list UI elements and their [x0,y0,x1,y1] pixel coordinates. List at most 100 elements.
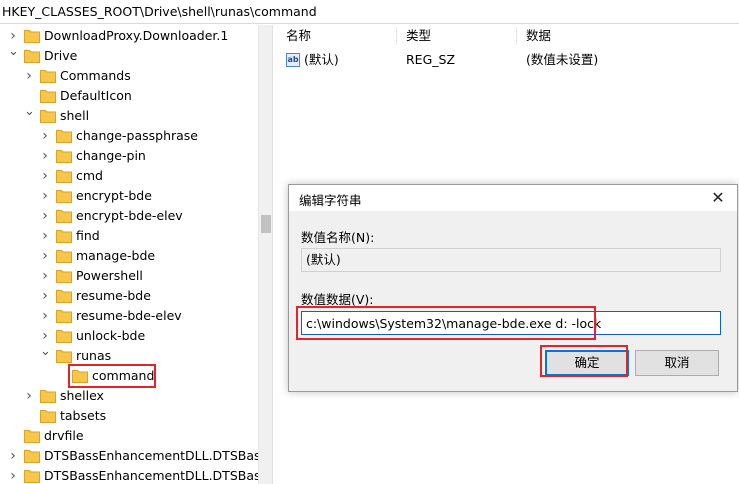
chevron-right-icon[interactable]: › [40,126,50,146]
chevron-right-icon[interactable]: › [24,386,34,406]
tree-scrollbar[interactable] [258,25,273,484]
column-divider[interactable] [396,27,397,45]
registry-tree[interactable]: › DownloadProxy.Downloader.1 ⌄ Drive › Comman… [0,25,258,484]
tree-item[interactable]: › find [0,226,258,246]
tree-item[interactable]: › encrypt-bde-elev [0,206,258,226]
value-name-label: 数值名称(N): [301,230,375,245]
chevron-right-icon[interactable]: › [8,446,18,466]
tree-item-label: Commands [60,68,131,83]
folder-icon [40,89,56,103]
tree-item-label: drvfile [44,428,84,443]
highlight-box [540,345,628,377]
tree-item[interactable]: › DownloadProxy.Downloader.1 [0,26,258,46]
folder-icon [24,49,40,63]
tree-item[interactable]: › resume-bde-elev [0,306,258,326]
column-header-data[interactable]: 数据 [526,25,551,47]
highlight-box [68,364,156,388]
tree-item-label: manage-bde [76,248,156,263]
edit-string-dialog: 编辑字符串 ✕ 数值名称(N): (默认) 数值数据(V): 确定 取消 [288,184,738,392]
tree-item-label: DTSBassEnhancementDLL.DTSBassEnha [44,448,258,463]
tree-item[interactable]: › Powershell [0,266,258,286]
folder-icon [56,149,72,163]
chevron-down-icon[interactable]: ⌄ [24,102,35,122]
chevron-right-icon[interactable]: › [8,466,18,484]
tree-item[interactable]: DefaultIcon [0,86,258,106]
tree-item[interactable]: › manage-bde [0,246,258,266]
value-row-name[interactable]: (默认) [304,51,339,69]
chevron-right-icon[interactable]: › [40,266,50,286]
folder-icon [56,309,72,323]
tree-scrollbar-thumb[interactable] [261,215,271,233]
tree-item[interactable]: › change-passphrase [0,126,258,146]
close-icon[interactable]: ✕ [707,187,729,209]
column-header-name[interactable]: 名称 [286,25,311,47]
folder-icon [56,349,72,363]
value-name-field: (默认) [301,248,721,272]
address-bar[interactable]: HKEY_CLASSES_ROOT\Drive\shell\runas\comm… [0,0,739,24]
tree-item[interactable]: command [0,364,258,388]
tree-item-label: DefaultIcon [60,88,132,103]
tree-item[interactable]: ⌄ Drive [0,44,258,66]
tree-item-label: unlock-bde [76,328,146,343]
folder-icon [56,329,72,343]
folder-icon [40,409,56,423]
tree-item-label: tabsets [60,408,107,423]
tree-item-label: resume-bde-elev [76,308,182,323]
tree-item-label: encrypt-bde-elev [76,208,183,223]
tree-item[interactable]: › Commands [0,66,258,86]
dialog-titlebar[interactable]: 编辑字符串 ✕ [289,185,737,211]
folder-icon [56,229,72,243]
tree-item[interactable]: › DTSBassEnhancementDLL.DTSBassEnha [0,446,258,466]
folder-icon [56,249,72,263]
folder-icon [24,449,40,463]
address-path: HKEY_CLASSES_ROOT\Drive\shell\runas\comm… [2,4,317,19]
tree-item-label: change-pin [76,148,146,163]
tree-item[interactable]: › change-pin [0,146,258,166]
chevron-right-icon[interactable]: › [40,206,50,226]
tree-item-label: cmd [76,168,103,183]
chevron-right-icon[interactable]: › [40,226,50,246]
folder-icon [40,109,56,123]
tree-item[interactable]: › DTSBassEnhancementDLL.DTSBassEnha [0,466,258,484]
string-value-icon: ab [286,53,300,67]
chevron-right-icon[interactable]: › [40,146,50,166]
chevron-right-icon[interactable]: › [40,166,50,186]
folder-icon [56,269,72,283]
value-row-type: REG_SZ [406,52,456,67]
chevron-right-icon[interactable]: › [40,306,50,326]
tree-item[interactable]: ⌄ runas [0,344,258,366]
tree-item-label: find [76,228,100,243]
tree-item[interactable]: › shellex [0,386,258,406]
chevron-right-icon[interactable]: › [40,286,50,306]
tree-item[interactable]: tabsets [0,406,258,426]
chevron-down-icon[interactable]: ⌄ [40,342,51,362]
tree-item-label: resume-bde [76,288,151,303]
folder-icon [56,169,72,183]
tree-item-label: change-passphrase [76,128,198,143]
chevron-down-icon[interactable]: ⌄ [8,42,19,62]
cancel-button[interactable]: 取消 [635,350,719,376]
folder-icon [56,289,72,303]
column-header-type[interactable]: 类型 [406,25,431,47]
tree-item-label: Drive [44,48,78,63]
highlight-box [296,306,596,340]
tree-item[interactable]: drvfile [0,426,258,446]
tree-item-label: DownloadProxy.Downloader.1 [44,28,229,43]
folder-icon [40,69,56,83]
tree-item-label: shell [60,108,90,123]
tree-item-label: shellex [60,388,104,403]
tree-item[interactable]: › cmd [0,166,258,186]
tree-item-label: Powershell [76,268,143,283]
tree-item-label: DTSBassEnhancementDLL.DTSBassEnha [44,468,258,483]
folder-icon [24,429,40,443]
tree-item[interactable]: › encrypt-bde [0,186,258,206]
tree-item[interactable]: › resume-bde [0,286,258,306]
chevron-right-icon[interactable]: › [40,246,50,266]
chevron-right-icon[interactable]: › [40,186,50,206]
dialog-title: 编辑字符串 [299,193,362,208]
tree-item[interactable]: ⌄ shell [0,104,258,126]
column-divider[interactable] [516,27,517,45]
tree-item-label: runas [76,348,112,363]
tree-item[interactable]: › unlock-bde [0,326,258,346]
chevron-right-icon[interactable]: › [24,66,34,86]
